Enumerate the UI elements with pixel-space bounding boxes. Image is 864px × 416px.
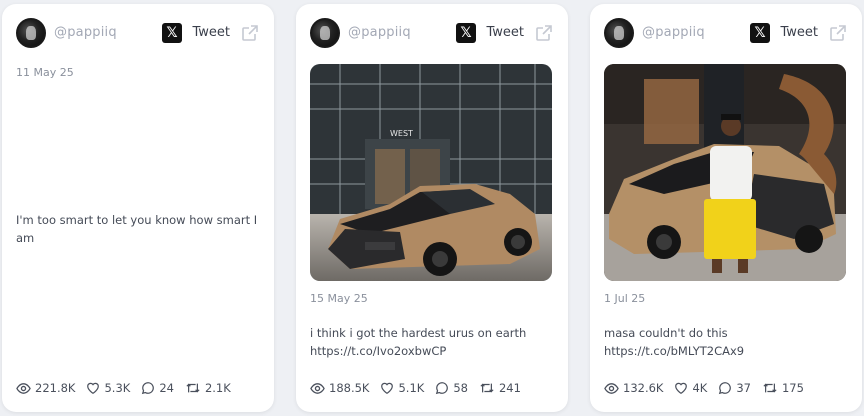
x-logo-icon: 𝕏 bbox=[456, 23, 476, 43]
tweet-header: @pappiiq 𝕏 Tweet bbox=[16, 18, 260, 48]
retweet-icon bbox=[186, 383, 200, 393]
tweet-link-label[interactable]: Tweet bbox=[780, 25, 818, 40]
tweet-date: 11 May 25 bbox=[16, 66, 74, 79]
tweet-body: i think i got the hardest urus on earth bbox=[310, 326, 527, 340]
replies-count: 37 bbox=[736, 381, 751, 395]
tweet-link-label[interactable]: Tweet bbox=[486, 25, 524, 40]
tweet-stats: 188.5K 5.1K 58 241 bbox=[310, 380, 532, 396]
heart-icon bbox=[675, 382, 688, 394]
tweet-header: @pappiiq 𝕏 Tweet bbox=[604, 18, 848, 48]
replies-count: 24 bbox=[159, 381, 174, 395]
x-logo-icon: 𝕏 bbox=[750, 23, 770, 43]
eye-icon bbox=[16, 382, 31, 394]
replies-stat[interactable]: 58 bbox=[435, 381, 468, 395]
user-handle[interactable]: @pappiiq bbox=[54, 25, 117, 40]
tweet-image[interactable] bbox=[604, 64, 846, 281]
tweet-stats: 221.8K 5.3K 24 2.1K bbox=[16, 380, 242, 396]
comment-icon bbox=[142, 382, 155, 395]
tweet-body: masa couldn't do this bbox=[604, 326, 728, 340]
tweet-body: I'm too smart to let you know how smart … bbox=[16, 213, 258, 245]
likes-stat[interactable]: 4K bbox=[674, 381, 707, 395]
retweets-stat[interactable]: 2.1K bbox=[185, 381, 231, 395]
views-stat: 188.5K bbox=[310, 381, 369, 396]
retweets-count: 175 bbox=[781, 381, 804, 395]
tweet-text: I'm too smart to let you know how smart … bbox=[16, 211, 260, 247]
tweet-header: @pappiiq 𝕏 Tweet bbox=[310, 18, 554, 48]
replies-count: 58 bbox=[453, 381, 468, 395]
tweet-card[interactable]: @pappiiq 𝕏 Tweet 1 Jul 25 masa couldn't … bbox=[590, 4, 862, 412]
tweet-text: masa couldn't do this https://t.co/bMLYT… bbox=[604, 324, 848, 360]
tweet-stats: 132.6K 4K 37 175 bbox=[604, 380, 815, 396]
replies-stat[interactable]: 37 bbox=[718, 381, 751, 395]
tweet-link[interactable]: https://t.co/Ivo2oxbwCP bbox=[310, 342, 554, 360]
tweet-card[interactable]: @pappiiq 𝕏 Tweet 11 May 25 I'm too smart… bbox=[2, 4, 274, 412]
replies-stat[interactable]: 24 bbox=[141, 381, 174, 395]
views-count: 221.8K bbox=[35, 381, 76, 395]
eye-icon bbox=[310, 382, 325, 394]
retweet-icon bbox=[763, 383, 777, 393]
tweet-link[interactable]: https://t.co/bMLYT2CAx9 bbox=[604, 342, 848, 360]
retweet-icon bbox=[480, 383, 494, 393]
tweet-link-label[interactable]: Tweet bbox=[192, 25, 230, 40]
x-logo-icon: 𝕏 bbox=[162, 23, 182, 43]
likes-stat[interactable]: 5.1K bbox=[380, 381, 424, 395]
views-count: 132.6K bbox=[623, 381, 664, 395]
external-link-icon[interactable] bbox=[240, 23, 260, 43]
likes-count: 4K bbox=[692, 381, 708, 395]
likes-count: 5.3K bbox=[104, 381, 131, 395]
avatar[interactable] bbox=[604, 18, 634, 48]
tweet-card[interactable]: @pappiiq 𝕏 Tweet WEST 15 May 25 i think … bbox=[296, 4, 568, 412]
tweet-date: 15 May 25 bbox=[310, 292, 368, 305]
user-handle[interactable]: @pappiiq bbox=[348, 25, 411, 40]
retweets-stat[interactable]: 241 bbox=[479, 381, 521, 395]
comment-icon bbox=[719, 382, 732, 395]
tweet-image[interactable]: WEST bbox=[310, 64, 552, 281]
views-stat: 221.8K bbox=[16, 381, 75, 396]
retweets-stat[interactable]: 175 bbox=[762, 381, 804, 395]
heart-icon bbox=[381, 382, 394, 394]
views-count: 188.5K bbox=[329, 381, 370, 395]
svg-text:WEST: WEST bbox=[390, 129, 413, 138]
likes-stat[interactable]: 5.3K bbox=[86, 381, 130, 395]
external-link-icon[interactable] bbox=[534, 23, 554, 43]
views-stat: 132.6K bbox=[604, 381, 663, 396]
retweets-count: 241 bbox=[498, 381, 521, 395]
avatar[interactable] bbox=[310, 18, 340, 48]
tweet-text: i think i got the hardest urus on earth … bbox=[310, 324, 554, 360]
likes-count: 5.1K bbox=[398, 381, 425, 395]
retweets-count: 2.1K bbox=[204, 381, 231, 395]
heart-icon bbox=[87, 382, 100, 394]
user-handle[interactable]: @pappiiq bbox=[642, 25, 705, 40]
external-link-icon[interactable] bbox=[828, 23, 848, 43]
comment-icon bbox=[436, 382, 449, 395]
avatar[interactable] bbox=[16, 18, 46, 48]
tweet-date: 1 Jul 25 bbox=[604, 292, 646, 305]
eye-icon bbox=[604, 382, 619, 394]
